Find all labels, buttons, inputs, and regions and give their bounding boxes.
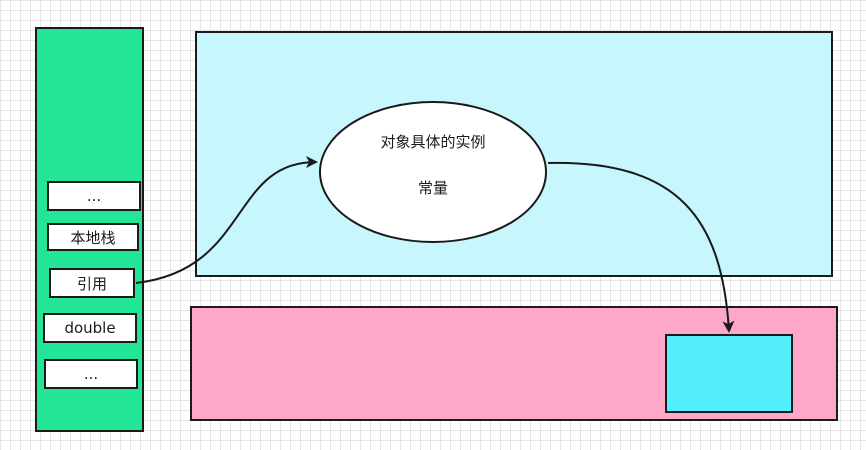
object-instance-label: 对象具体的实例 bbox=[380, 133, 486, 151]
object-instance-ellipse bbox=[319, 101, 547, 243]
object-to-block-arrow bbox=[547, 161, 735, 333]
connector-layer bbox=[135, 101, 735, 333]
constant-label: 常量 bbox=[417, 179, 448, 197]
reference-to-object-arrow bbox=[135, 156, 318, 284]
